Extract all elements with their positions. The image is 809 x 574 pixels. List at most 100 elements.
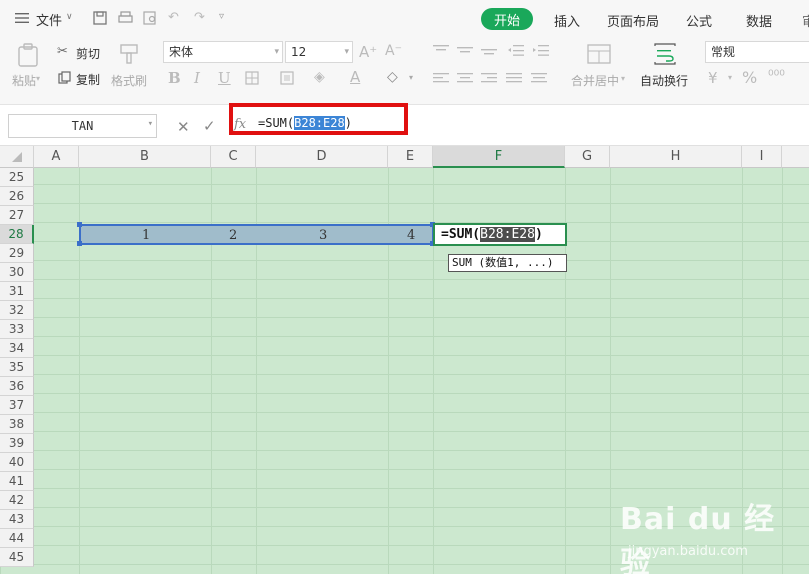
column-header-g[interactable]: G	[565, 146, 610, 168]
distributed-icon[interactable]	[530, 70, 548, 86]
row-header-42[interactable]: 42	[0, 491, 34, 510]
row-header-40[interactable]: 40	[0, 453, 34, 472]
quick-access-dropdown-icon[interactable]: ▿	[219, 11, 224, 22]
chevron-down-icon[interactable]: ▾	[409, 73, 413, 82]
row-header-30[interactable]: 30	[0, 263, 34, 282]
print-preview-icon[interactable]	[142, 10, 158, 26]
active-cell-f28[interactable]: =SUM(B28:E28)	[433, 223, 567, 246]
cell-e28[interactable]: 4	[407, 228, 415, 243]
border-icon[interactable]	[244, 70, 260, 86]
number-format-select[interactable]: 常规	[705, 41, 809, 63]
align-left-icon[interactable]	[432, 70, 450, 86]
redo-icon[interactable]: ↷	[194, 10, 205, 25]
row-header-32[interactable]: 32	[0, 301, 34, 320]
wrap-text-label[interactable]: 自动换行	[640, 72, 688, 89]
selected-range[interactable]: 1 2 3 4	[79, 224, 434, 245]
chevron-down-icon[interactable]: ▾	[621, 74, 625, 83]
align-center-icon[interactable]	[456, 70, 474, 86]
decrease-font-icon[interactable]: A⁻	[385, 43, 402, 59]
align-right-icon[interactable]	[480, 70, 498, 86]
paste-dropdown-icon[interactable]: ▾	[36, 74, 40, 83]
merge-style-icon[interactable]	[279, 70, 295, 86]
wrap-text-icon[interactable]	[652, 42, 678, 66]
chevron-down-icon[interactable]: ▾	[148, 119, 153, 129]
scissors-icon[interactable]: ✂	[57, 44, 68, 59]
hamburger-menu-icon[interactable]	[14, 10, 30, 26]
row-header-33[interactable]: 33	[0, 320, 34, 339]
bold-icon[interactable]: B	[168, 69, 181, 87]
range-handle[interactable]	[77, 241, 82, 246]
merge-center-icon[interactable]	[586, 42, 612, 66]
row-header-25[interactable]: 25	[0, 168, 34, 187]
format-painter-label[interactable]: 格式刷	[111, 72, 147, 89]
row-header-29[interactable]: 29	[0, 244, 34, 263]
column-header-f[interactable]: F	[433, 146, 565, 168]
file-menu[interactable]: 文件	[36, 10, 62, 29]
cell-d28[interactable]: 3	[319, 228, 327, 243]
eraser-icon[interactable]: ◇	[387, 69, 398, 85]
thousands-separator-icon[interactable]: ⁰⁰⁰	[768, 68, 785, 84]
copy-icon[interactable]	[57, 70, 71, 84]
row-header-37[interactable]: 37	[0, 396, 34, 415]
tab-formulas[interactable]: 公式	[686, 11, 712, 30]
font-name-select[interactable]: 宋体 ▾	[163, 41, 283, 63]
row-header-36[interactable]: 36	[0, 377, 34, 396]
chevron-down-icon[interactable]: ∨	[66, 12, 73, 22]
row-header-45[interactable]: 45	[0, 548, 34, 567]
print-icon[interactable]	[117, 10, 133, 26]
format-painter-icon[interactable]	[118, 42, 140, 66]
percent-icon[interactable]: %	[742, 68, 757, 87]
align-bottom-icon[interactable]	[480, 42, 498, 58]
tab-data[interactable]: 数据	[746, 11, 772, 30]
row-header-44[interactable]: 44	[0, 529, 34, 548]
underline-icon[interactable]: U	[218, 69, 231, 87]
row-header-27[interactable]: 27	[0, 206, 34, 225]
column-header-h[interactable]: H	[610, 146, 742, 168]
paste-icon[interactable]	[16, 42, 40, 68]
column-header-c[interactable]: C	[211, 146, 256, 168]
merge-center-label[interactable]: 合并居中	[571, 72, 619, 89]
paste-label[interactable]: 粘贴	[12, 72, 36, 89]
function-hint-tooltip[interactable]: SUM (数值1, ...)	[448, 254, 567, 272]
cell-c28[interactable]: 2	[229, 228, 237, 243]
column-header-a[interactable]: A	[34, 146, 79, 168]
row-header-43[interactable]: 43	[0, 510, 34, 529]
increase-indent-icon[interactable]	[532, 42, 550, 58]
undo-icon[interactable]: ↶	[168, 10, 179, 25]
save-icon[interactable]	[92, 10, 108, 26]
row-header-26[interactable]: 26	[0, 187, 34, 206]
align-top-icon[interactable]	[432, 42, 450, 58]
cancel-icon[interactable]: ✕	[177, 118, 190, 136]
row-header-31[interactable]: 31	[0, 282, 34, 301]
decrease-indent-icon[interactable]	[507, 42, 525, 58]
select-all-corner[interactable]	[0, 146, 34, 168]
fill-color-icon[interactable]: ◈	[314, 69, 325, 85]
currency-icon[interactable]: ¥	[708, 69, 718, 87]
column-header-d[interactable]: D	[256, 146, 388, 168]
row-header-34[interactable]: 34	[0, 339, 34, 358]
tab-home[interactable]: 开始	[481, 8, 533, 30]
column-header-b[interactable]: B	[79, 146, 211, 168]
column-header-e[interactable]: E	[388, 146, 433, 168]
row-header-35[interactable]: 35	[0, 358, 34, 377]
copy-button[interactable]: 复制	[76, 71, 100, 88]
align-middle-icon[interactable]	[456, 42, 474, 58]
tab-page-layout[interactable]: 页面布局	[607, 11, 659, 30]
row-header-28[interactable]: 28	[0, 225, 34, 244]
cut-button[interactable]: 剪切	[76, 45, 100, 62]
tab-insert[interactable]: 插入	[554, 11, 580, 30]
row-header-39[interactable]: 39	[0, 434, 34, 453]
chevron-down-icon[interactable]: ▾	[728, 73, 732, 82]
row-header-41[interactable]: 41	[0, 472, 34, 491]
font-size-select[interactable]: 12 ▾	[285, 41, 353, 63]
range-handle[interactable]	[77, 222, 82, 227]
confirm-icon[interactable]: ✓	[203, 117, 216, 135]
name-box[interactable]: TAN ▾	[8, 114, 157, 138]
italic-icon[interactable]: I	[194, 69, 200, 87]
justify-icon[interactable]	[505, 70, 523, 86]
tab-overflow[interactable]: 审	[802, 11, 809, 30]
increase-font-icon[interactable]: A⁺	[359, 43, 377, 61]
cell-b28[interactable]: 1	[142, 228, 150, 243]
row-header-38[interactable]: 38	[0, 415, 34, 434]
font-color-icon[interactable]: A	[350, 68, 360, 86]
